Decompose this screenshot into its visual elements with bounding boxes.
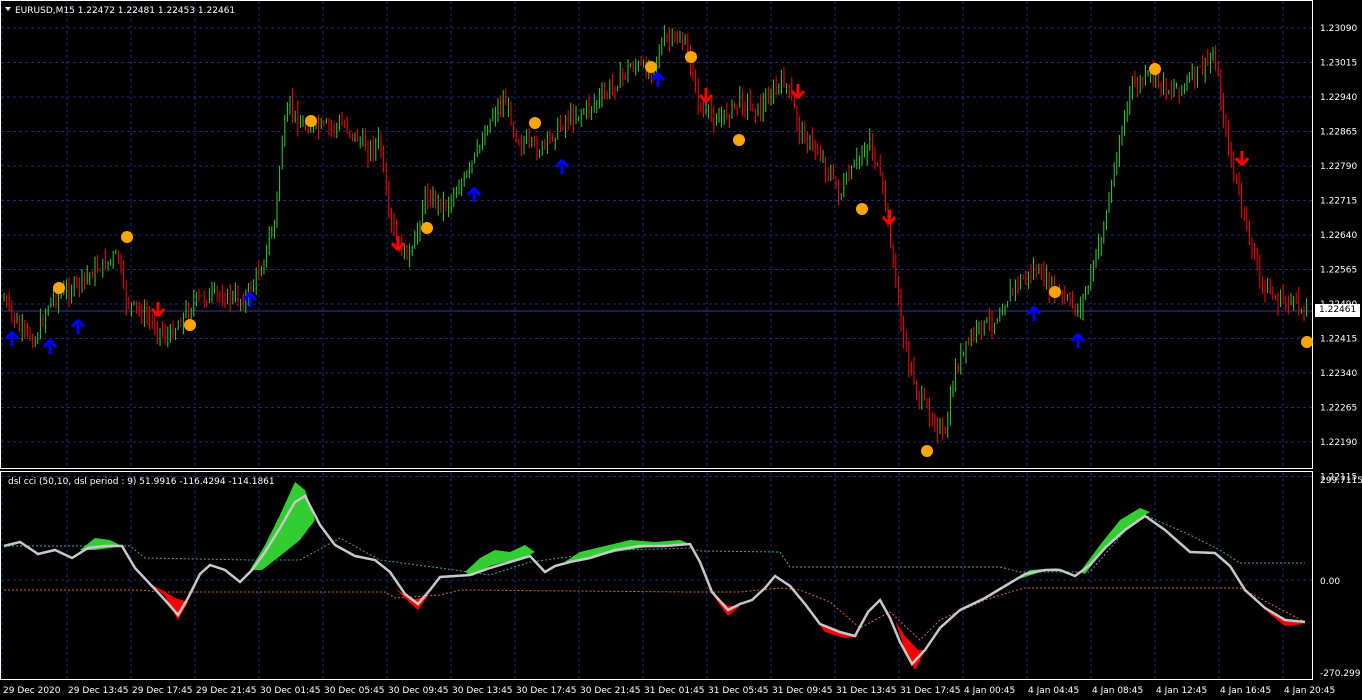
- time-axis: 29 Dec 2020 29 Dec 13:45 29 Dec 17:45 29 De…: [3, 686, 1335, 696]
- indicator-max-label: 299.7115: [1320, 476, 1362, 486]
- buy-arrow-icon: [42, 339, 58, 354]
- sell-arrow-icon: [698, 88, 714, 103]
- sell-arrow-icon: [881, 210, 897, 225]
- cci-negative-fill: [795, 592, 860, 638]
- sell-arrow-icon: [790, 84, 806, 99]
- time-label: 31 Dec 09:45: [772, 686, 833, 696]
- buy-arrow-icon: [4, 331, 20, 346]
- time-label: 30 Dec 01:45: [260, 686, 321, 696]
- signal-dot: [184, 319, 196, 331]
- buy-arrow-icon: [1070, 333, 1086, 348]
- price-label: 1.22865: [1320, 128, 1357, 138]
- signal-dot: [733, 134, 745, 146]
- signal-markers: [4, 51, 1313, 457]
- buy-arrow-icon: [554, 159, 570, 174]
- cci-fill-areas: [80, 482, 1305, 670]
- time-label: 4 Jan 20:45: [1284, 686, 1335, 696]
- signal-dot: [305, 115, 317, 127]
- price-candles: [3, 24, 1308, 443]
- time-label: 30 Dec 21:45: [580, 686, 641, 696]
- time-label: 30 Dec 13:45: [452, 686, 513, 696]
- indicator-min-label: -270.299: [1320, 669, 1361, 679]
- signal-dot: [421, 222, 433, 234]
- buy-arrow-icon: [1026, 306, 1042, 321]
- indicator-zero-label: 0.00: [1320, 577, 1340, 587]
- price-label: 1.23015: [1320, 59, 1357, 69]
- chart-window[interactable]: EURUSD,M15 1.22472 1.22481 1.22453 1.224…: [0, 0, 1362, 700]
- signal-dot: [1049, 286, 1061, 298]
- time-label: 30 Dec 09:45: [388, 686, 449, 696]
- time-label: 29 Dec 2020: [3, 686, 61, 696]
- current-price-label: 1.22461: [1315, 304, 1360, 317]
- time-label: 4 Jan 00:45: [964, 686, 1015, 696]
- price-label: 1.22265: [1320, 404, 1357, 414]
- cci-lower-level: [4, 587, 1306, 641]
- time-label: 30 Dec 17:45: [516, 686, 577, 696]
- indicator-axis: 299.7115 0.00 -270.299: [1320, 476, 1362, 679]
- signal-dot: [856, 203, 868, 215]
- price-label: 1.22190: [1320, 438, 1357, 448]
- time-label: 31 Dec 13:45: [836, 686, 897, 696]
- time-label: 4 Jan 08:45: [1092, 686, 1143, 696]
- price-label: 1.22715: [1320, 197, 1357, 207]
- sell-arrow-icon: [1234, 151, 1250, 166]
- time-label: 29 Dec 17:45: [132, 686, 193, 696]
- time-label: 31 Dec 17:45: [900, 686, 961, 696]
- price-label: 1.22790: [1320, 162, 1357, 172]
- time-label: 29 Dec 21:45: [196, 686, 257, 696]
- time-label: 4 Jan 04:45: [1028, 686, 1079, 696]
- chart-menu-triangle-icon[interactable]: [5, 7, 11, 11]
- price-label: 1.22415: [1320, 335, 1357, 345]
- indicator-grid: [1, 472, 1312, 679]
- time-label: 30 Dec 05:45: [324, 686, 385, 696]
- price-label: 1.22640: [1320, 231, 1357, 241]
- signal-dot: [1149, 63, 1161, 75]
- price-label: 1.22340: [1320, 369, 1357, 379]
- signal-dot: [529, 117, 541, 129]
- signal-dot: [921, 445, 933, 457]
- buy-arrow-icon: [70, 319, 86, 334]
- time-label: 31 Dec 05:45: [708, 686, 769, 696]
- price-label: 1.22565: [1320, 266, 1357, 276]
- signal-dot: [685, 51, 697, 63]
- time-label: 4 Jan 16:45: [1220, 686, 1271, 696]
- buy-arrow-icon: [466, 187, 482, 202]
- time-label: 29 Dec 13:45: [68, 686, 129, 696]
- signal-dot: [53, 282, 65, 294]
- signal-dot: [1301, 336, 1313, 348]
- price-label: 1.22940: [1320, 93, 1357, 103]
- time-label: 4 Jan 12:45: [1156, 686, 1207, 696]
- main-chart-header: EURUSD,M15 1.22472 1.22481 1.22453 1.224…: [15, 6, 235, 16]
- signal-dot: [121, 231, 133, 243]
- price-axis: 1.23090 1.23015 1.22940 1.22865 1.22790 1.227…: [1320, 24, 1357, 483]
- indicator-border: [0, 471, 1313, 680]
- indicator-header: dsl cci (50,10, dsl period : 9) 51.9916 …: [8, 477, 275, 487]
- price-label: 1.23090: [1320, 24, 1357, 34]
- signal-dot: [645, 61, 657, 73]
- time-label: 31 Dec 01:45: [644, 686, 705, 696]
